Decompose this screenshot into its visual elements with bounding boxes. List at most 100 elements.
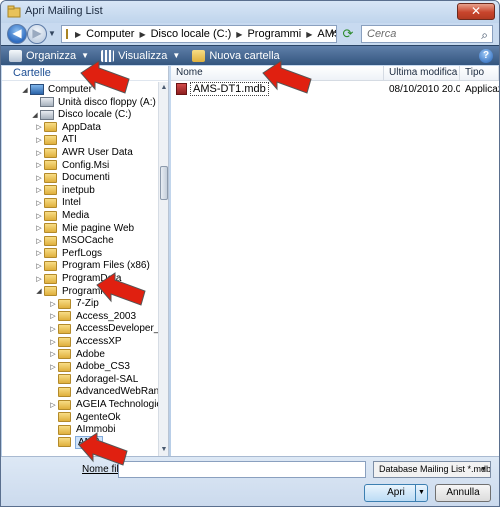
file-name[interactable]: AMS-DT1.mdb bbox=[190, 82, 269, 96]
tree-item[interactable]: ▷ Documenti bbox=[34, 171, 110, 184]
tree-item[interactable]: AdvancedWebRanking bbox=[48, 385, 168, 398]
tree-item[interactable]: ▷ Config.Msi bbox=[34, 159, 109, 172]
tree-item[interactable]: ▷ AppData bbox=[34, 121, 101, 134]
back-button[interactable]: ◀ bbox=[7, 24, 27, 44]
cancel-button[interactable]: Annulla bbox=[435, 484, 491, 502]
tree-item[interactable]: ▷ MSOCache bbox=[34, 234, 113, 247]
expand-toggle-icon[interactable]: ◢ bbox=[30, 111, 40, 119]
command-toolbar: Organizza ▼ Visualizza ▼ Nuova cartella … bbox=[1, 45, 499, 65]
tree-item[interactable]: ▷ AccessDeveloper_XP bbox=[48, 322, 168, 335]
chevron-right-icon[interactable]: ▶ bbox=[139, 30, 145, 39]
file-list-pane: Nome Ultima modifica Tipo AMS-DT1.mdb 08… bbox=[171, 66, 499, 456]
search-input[interactable]: Cerca ⌕ bbox=[361, 25, 493, 43]
scroll-up-icon[interactable]: ▲ bbox=[159, 82, 168, 94]
folder-icon bbox=[44, 273, 57, 284]
chevron-right-icon[interactable]: ▶ bbox=[75, 30, 81, 39]
tree-item[interactable]: ▷ Access_2003 bbox=[48, 310, 136, 323]
folder-icon bbox=[44, 210, 57, 221]
breadcrumb-computer[interactable]: Computer bbox=[86, 28, 134, 40]
expand-toggle-icon[interactable]: ▷ bbox=[34, 199, 44, 207]
folder-icon bbox=[44, 286, 57, 297]
expand-toggle-icon[interactable]: ▷ bbox=[34, 174, 44, 182]
tree-item[interactable]: ▷ ATI bbox=[34, 133, 77, 146]
tree-item[interactable]: ▷ AccessXP bbox=[48, 335, 121, 348]
expand-toggle-icon[interactable]: ▷ bbox=[34, 275, 44, 283]
tree-item[interactable]: Unità disco floppy (A:) bbox=[30, 96, 156, 109]
expand-toggle-icon[interactable]: ▷ bbox=[48, 325, 58, 333]
filetype-select[interactable]: Database Mailing List *.mdb ▼ bbox=[373, 461, 491, 478]
expand-toggle-icon[interactable]: ◢ bbox=[34, 287, 44, 295]
folder-icon bbox=[44, 122, 57, 133]
chevron-right-icon[interactable]: ▶ bbox=[306, 30, 312, 39]
tree-item[interactable]: ▷ Mie pagine Web bbox=[34, 222, 134, 235]
tree-item[interactable]: ▷ AGEIA Technologies bbox=[48, 398, 167, 411]
tree-item[interactable]: AgenteOk bbox=[48, 411, 120, 424]
expand-toggle-icon[interactable]: ▷ bbox=[48, 300, 58, 308]
computer-icon bbox=[30, 84, 44, 95]
expand-toggle-icon[interactable]: ▷ bbox=[34, 249, 44, 257]
expand-toggle-icon[interactable]: ▷ bbox=[34, 212, 44, 220]
folder-icon bbox=[58, 412, 71, 423]
tree-item[interactable]: ▷ Adobe bbox=[48, 348, 105, 361]
open-dialog-window: Apri Mailing List ✕ ◀ ▶ ▼ ▶ Computer ▶ D… bbox=[0, 0, 500, 507]
filename-input[interactable] bbox=[118, 461, 366, 478]
tree-item[interactable]: ▷ inetpub bbox=[34, 184, 95, 197]
tree-item-label: Adobe_CS3 bbox=[76, 361, 130, 373]
tree-item[interactable]: ▷ Intel bbox=[34, 196, 81, 209]
close-button[interactable]: ✕ bbox=[457, 3, 495, 20]
tree-item-label: Mie pagine Web bbox=[62, 222, 135, 234]
expand-toggle-icon[interactable]: ▷ bbox=[48, 312, 58, 320]
breadcrumb-programs[interactable]: Programmi bbox=[247, 28, 301, 40]
open-dropdown-icon[interactable]: ▼ bbox=[415, 485, 427, 501]
scroll-thumb[interactable] bbox=[160, 166, 168, 200]
expand-toggle-icon[interactable]: ▷ bbox=[48, 401, 58, 409]
folder-icon bbox=[58, 424, 71, 435]
tree-item[interactable]: Adoragel-SAL bbox=[48, 373, 138, 386]
organize-button[interactable]: Organizza ▼ bbox=[9, 49, 89, 62]
tree-item[interactable]: ◢ Disco locale (C:) bbox=[30, 108, 131, 121]
filetype-value: Database Mailing List *.mdb bbox=[379, 464, 491, 474]
expand-toggle-icon[interactable]: ▷ bbox=[34, 186, 44, 194]
expand-toggle-icon[interactable]: ▷ bbox=[48, 338, 58, 346]
history-dropdown-icon[interactable]: ▼ bbox=[48, 29, 56, 38]
access-file-icon bbox=[176, 83, 187, 95]
folder-icon bbox=[44, 197, 57, 208]
chevron-right-icon[interactable]: ▶ bbox=[236, 30, 242, 39]
breadcrumb[interactable]: ▶ Computer ▶ Disco locale (C:) ▶ Program… bbox=[61, 25, 337, 43]
file-row[interactable]: AMS-DT1.mdb 08/10/2010 20.09 Applicazion… bbox=[171, 82, 499, 96]
breadcrumb-disk[interactable]: Disco locale (C:) bbox=[151, 28, 232, 40]
expand-toggle-icon[interactable]: ▷ bbox=[34, 262, 44, 270]
scroll-down-icon[interactable]: ▼ bbox=[159, 444, 168, 456]
expand-toggle-icon[interactable]: ◢ bbox=[20, 86, 30, 94]
tree-scrollbar[interactable]: ▲ ▼ bbox=[158, 82, 168, 456]
expand-toggle-icon[interactable]: ▷ bbox=[34, 149, 44, 157]
tree-item[interactable]: ▷ PerfLogs bbox=[34, 247, 102, 260]
open-button[interactable]: Apri ▼ bbox=[364, 484, 428, 502]
file-modified: 08/10/2010 20.09 bbox=[389, 83, 460, 95]
expand-toggle-icon[interactable]: ▷ bbox=[34, 237, 44, 245]
expand-toggle-icon[interactable]: ▷ bbox=[34, 136, 44, 144]
help-icon[interactable]: ? bbox=[479, 49, 493, 63]
path-dropdown-icon[interactable]: ▼ bbox=[327, 25, 339, 43]
chevron-down-icon[interactable]: ▼ bbox=[477, 462, 490, 477]
tree-item-label: ATI bbox=[62, 134, 77, 146]
expand-toggle-icon[interactable]: ▷ bbox=[48, 350, 58, 358]
column-modified[interactable]: Ultima modifica bbox=[384, 66, 460, 81]
tree-item[interactable]: ▷ 7-Zip bbox=[48, 297, 99, 310]
folder-icon bbox=[44, 172, 57, 183]
expand-toggle-icon[interactable]: ▷ bbox=[48, 363, 58, 371]
tree-item[interactable]: ▷ AWR User Data bbox=[34, 146, 132, 159]
folder-icon bbox=[58, 336, 71, 347]
search-icon[interactable]: ⌕ bbox=[481, 27, 488, 43]
tree-item-label: PerfLogs bbox=[62, 247, 103, 259]
forward-button[interactable]: ▶ bbox=[27, 24, 47, 44]
expand-toggle-icon[interactable]: ▷ bbox=[34, 161, 44, 169]
tree-item[interactable]: ▷ Adobe_CS3 bbox=[48, 360, 130, 373]
refresh-icon[interactable]: ⟳ bbox=[339, 25, 357, 43]
expand-toggle-icon[interactable]: ▷ bbox=[34, 123, 44, 131]
column-type[interactable]: Tipo bbox=[460, 66, 499, 81]
folder-icon bbox=[58, 374, 71, 385]
expand-toggle-icon[interactable]: ▷ bbox=[34, 224, 44, 232]
tree-item[interactable]: ▷ Media bbox=[34, 209, 89, 222]
folder-icon bbox=[44, 185, 57, 196]
